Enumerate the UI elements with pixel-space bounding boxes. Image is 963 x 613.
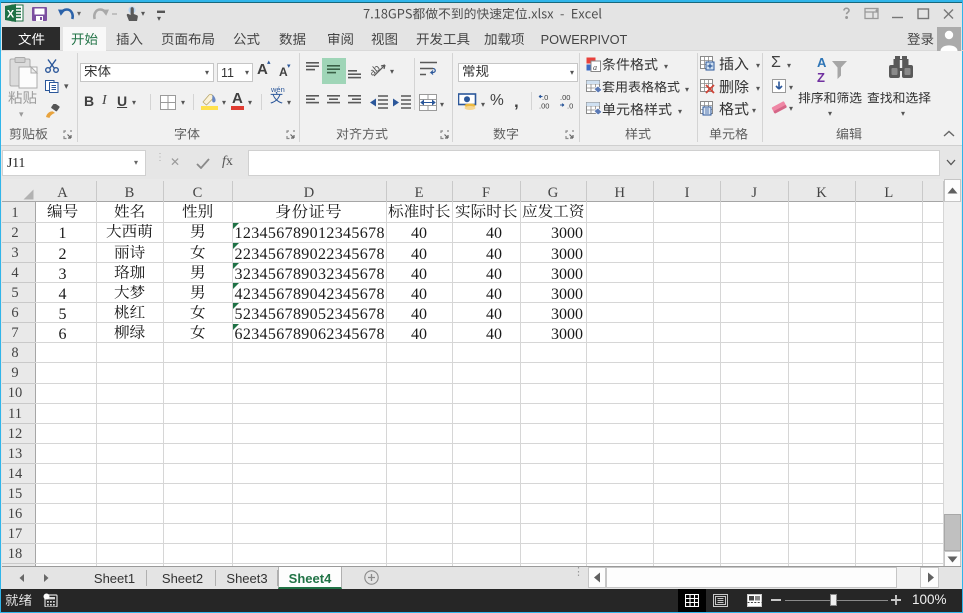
svg-text:Z: Z (817, 70, 825, 83)
svg-text:a: a (593, 63, 597, 72)
svg-text:X: X (7, 9, 15, 21)
svg-text:A: A (817, 55, 827, 70)
svg-text:.00: .00 (539, 102, 549, 111)
svg-text:.0: .0 (567, 102, 573, 111)
svg-text:ab: ab (371, 63, 383, 79)
